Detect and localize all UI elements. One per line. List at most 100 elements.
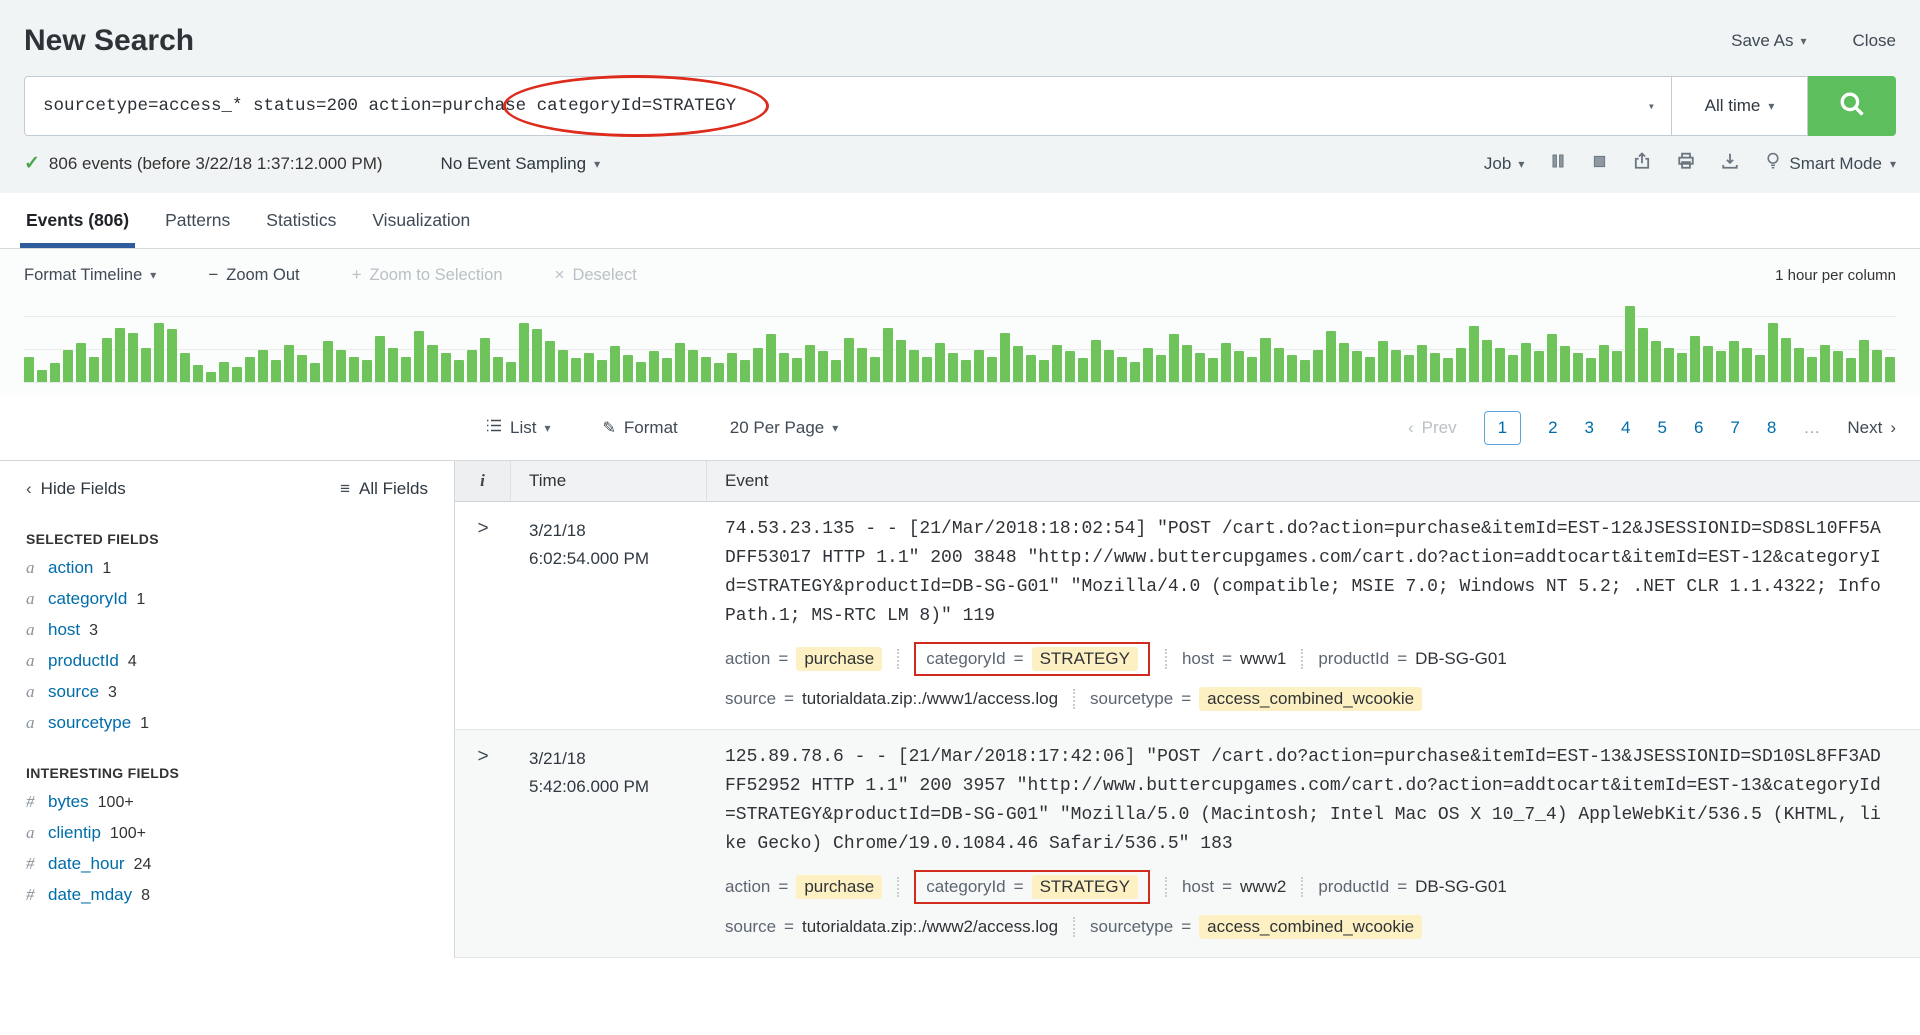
- histogram-bar[interactable]: [987, 357, 997, 383]
- histogram-bar[interactable]: [1039, 360, 1049, 382]
- tab-events[interactable]: Events (806): [8, 193, 147, 248]
- histogram-bar[interactable]: [844, 338, 854, 382]
- histogram-bar[interactable]: [1690, 336, 1700, 382]
- histogram-bar[interactable]: [1404, 355, 1414, 382]
- event-field-source[interactable]: source=tutorialdata.zip:./www2/access.lo…: [725, 917, 1058, 937]
- event-field-categoryId[interactable]: categoryId=STRATEGY: [914, 870, 1150, 904]
- histogram-bar[interactable]: [297, 355, 307, 382]
- event-field-productId[interactable]: productId=DB-SG-G01: [1318, 649, 1506, 669]
- histogram-bar[interactable]: [388, 348, 398, 382]
- histogram-bar[interactable]: [636, 362, 646, 382]
- histogram-bar[interactable]: [219, 362, 229, 382]
- histogram-bar[interactable]: [805, 345, 815, 382]
- histogram-bar[interactable]: [1365, 357, 1375, 383]
- histogram-bar[interactable]: [1182, 345, 1192, 382]
- search-button[interactable]: [1808, 76, 1896, 136]
- deselect-button[interactable]: × Deselect: [555, 265, 637, 285]
- histogram-bar[interactable]: [1716, 351, 1726, 382]
- histogram-bar[interactable]: [63, 350, 73, 382]
- histogram-bar[interactable]: [76, 343, 86, 382]
- histogram-bar[interactable]: [701, 357, 711, 383]
- job-menu-button[interactable]: Job ▾: [1484, 154, 1524, 174]
- format-timeline-button[interactable]: Format Timeline ▾: [24, 266, 156, 285]
- histogram-bar[interactable]: [1313, 350, 1323, 382]
- histogram-bar[interactable]: [1000, 333, 1010, 382]
- expand-event-icon[interactable]: >: [477, 518, 488, 539]
- hide-fields-button[interactable]: ‹ Hide Fields: [26, 479, 126, 499]
- histogram-bar[interactable]: [427, 345, 437, 382]
- histogram-bar[interactable]: [1195, 353, 1205, 382]
- histogram-bar[interactable]: [818, 351, 828, 382]
- histogram-bar[interactable]: [1599, 345, 1609, 382]
- histogram-bar[interactable]: [128, 333, 138, 382]
- page-4[interactable]: 4: [1621, 418, 1630, 438]
- histogram-bar[interactable]: [1534, 351, 1544, 382]
- histogram-bar[interactable]: [1638, 328, 1648, 382]
- histogram-bar[interactable]: [1156, 355, 1166, 382]
- histogram-bar[interactable]: [336, 350, 346, 382]
- histogram-bar[interactable]: [1234, 351, 1244, 382]
- histogram-bar[interactable]: [1664, 348, 1674, 382]
- histogram-bar[interactable]: [675, 343, 685, 382]
- histogram-bar[interactable]: [1260, 338, 1270, 382]
- histogram-bar[interactable]: [714, 363, 724, 382]
- histogram-bar[interactable]: [922, 357, 932, 383]
- histogram-bar[interactable]: [258, 350, 268, 382]
- zoom-to-selection-button[interactable]: + Zoom to Selection: [352, 265, 503, 285]
- histogram-bar[interactable]: [1456, 348, 1466, 382]
- histogram-bar[interactable]: [310, 363, 320, 382]
- histogram-bar[interactable]: [1677, 353, 1687, 382]
- chevron-down-icon[interactable]: ▾: [1648, 99, 1655, 114]
- histogram-bar[interactable]: [1208, 358, 1218, 382]
- histogram-bar[interactable]: [883, 328, 893, 382]
- event-sampling-button[interactable]: No Event Sampling ▾: [441, 154, 601, 174]
- histogram-bar[interactable]: [493, 357, 503, 383]
- histogram-bar[interactable]: [1352, 351, 1362, 382]
- histogram-bar[interactable]: [1521, 343, 1531, 382]
- histogram-bar[interactable]: [506, 362, 516, 382]
- histogram-bar[interactable]: [740, 360, 750, 382]
- event-raw-text[interactable]: 125.89.78.6 - - [21/Mar/2018:17:42:06] "…: [725, 743, 1890, 859]
- histogram-bar[interactable]: [1885, 357, 1895, 383]
- format-results-button[interactable]: ✎ Format: [603, 418, 678, 438]
- histogram-bar[interactable]: [1755, 355, 1765, 382]
- histogram-bar[interactable]: [1703, 346, 1713, 382]
- field-host[interactable]: ahost3: [26, 620, 428, 640]
- page-1[interactable]: 1: [1484, 411, 1521, 445]
- field-date_hour[interactable]: #date_hour24: [26, 854, 428, 874]
- tab-patterns[interactable]: Patterns: [147, 193, 248, 248]
- histogram-bar[interactable]: [1794, 348, 1804, 382]
- histogram-bar[interactable]: [37, 370, 47, 382]
- page-8[interactable]: 8: [1767, 418, 1776, 438]
- histogram-bar[interactable]: [1820, 345, 1830, 382]
- field-categoryId[interactable]: acategoryId1: [26, 589, 428, 609]
- histogram-bar[interactable]: [974, 350, 984, 382]
- histogram-bar[interactable]: [870, 357, 880, 383]
- histogram-bar[interactable]: [1495, 348, 1505, 382]
- histogram-bar[interactable]: [115, 328, 125, 382]
- histogram-bar[interactable]: [753, 348, 763, 382]
- event-field-host[interactable]: host=www1: [1182, 649, 1286, 669]
- histogram-bar[interactable]: [271, 360, 281, 382]
- histogram-bar[interactable]: [792, 358, 802, 382]
- page-5[interactable]: 5: [1657, 418, 1666, 438]
- event-field-source[interactable]: source=tutorialdata.zip:./www1/access.lo…: [725, 689, 1058, 709]
- field-action[interactable]: aaction1: [26, 558, 428, 578]
- tab-visualization[interactable]: Visualization: [354, 193, 488, 248]
- event-field-sourcetype[interactable]: sourcetype=access_combined_wcookie: [1090, 915, 1422, 939]
- page-6[interactable]: 6: [1694, 418, 1703, 438]
- event-field-categoryId[interactable]: categoryId=STRATEGY: [914, 642, 1150, 676]
- next-page-button[interactable]: Next ›: [1847, 418, 1896, 438]
- stop-job-button[interactable]: [1592, 154, 1607, 174]
- histogram-bar[interactable]: [1586, 358, 1596, 382]
- histogram-bar[interactable]: [284, 345, 294, 382]
- histogram-bar[interactable]: [766, 334, 776, 382]
- histogram-bar[interactable]: [857, 348, 867, 382]
- histogram-bar[interactable]: [1833, 351, 1843, 382]
- histogram-bar[interactable]: [1378, 341, 1388, 382]
- histogram-bar[interactable]: [141, 348, 151, 382]
- histogram-bar[interactable]: [454, 360, 464, 382]
- print-button[interactable]: [1677, 152, 1695, 175]
- field-source[interactable]: asource3: [26, 682, 428, 702]
- histogram-bar[interactable]: [597, 360, 607, 382]
